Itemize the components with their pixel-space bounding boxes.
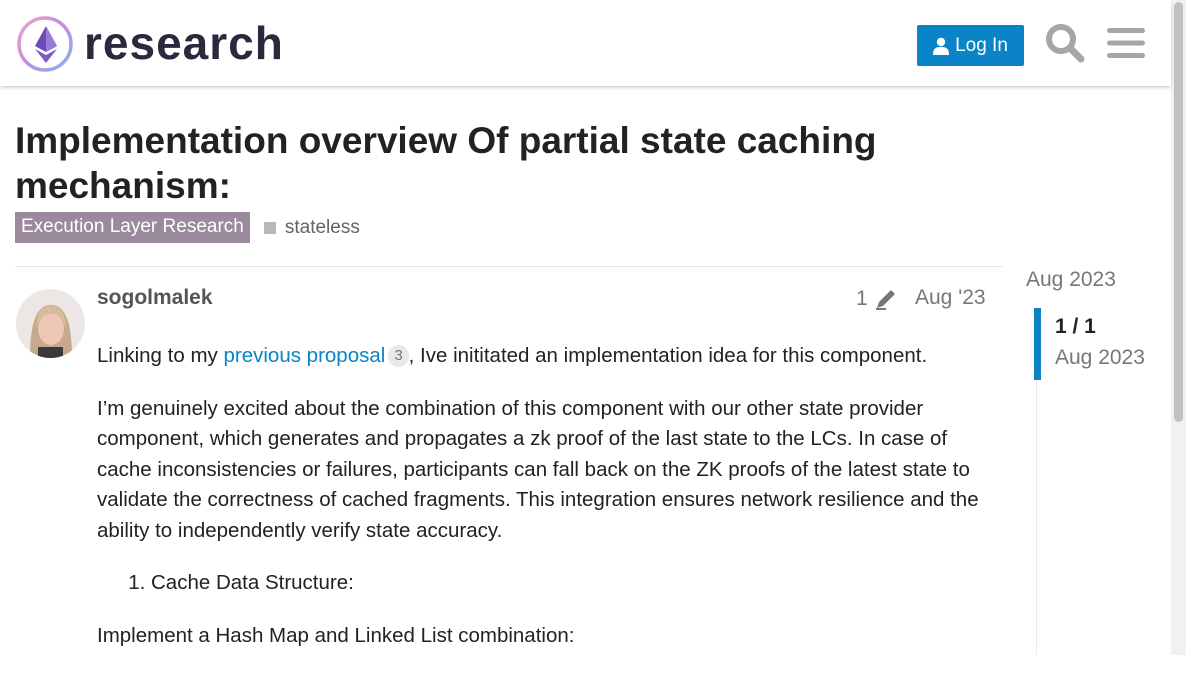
scrollbar-thumb[interactable] [1174, 2, 1183, 422]
tag-stateless[interactable]: stateless [263, 216, 360, 239]
site-logo[interactable] [16, 15, 74, 73]
topic-divider [15, 266, 1003, 267]
post-body: Linking to my previous proposal 3, Ive in… [97, 341, 992, 673]
tag-label: stateless [284, 216, 360, 238]
post-paragraph: I’m genuinely excited about the combinat… [97, 396, 979, 542]
post-ordered-list: Cache Data Structure: [97, 568, 992, 599]
user-icon [933, 37, 950, 55]
topic-title[interactable]: Implementation overview Of partial state… [15, 118, 975, 208]
previous-proposal-link[interactable]: previous proposal [223, 344, 385, 367]
post-edit-history[interactable]: 1 [856, 287, 898, 311]
list-item: Cache Data Structure: [151, 568, 992, 599]
link-click-count-badge: 3 [388, 345, 409, 367]
edit-count: 1 [856, 287, 868, 310]
search-button[interactable] [1044, 22, 1086, 64]
avatar[interactable] [16, 289, 85, 358]
timeline-current-date: Aug 2023 [1055, 346, 1145, 369]
login-button-label: Log In [955, 34, 1008, 56]
search-icon [1046, 24, 1085, 63]
hamburger-menu-icon [1107, 28, 1145, 58]
post-paragraph: Linking to my previous proposal 3, Ive in… [97, 341, 992, 372]
timeline-start-date[interactable]: Aug 2023 [1026, 268, 1116, 292]
tag-square-icon [263, 221, 276, 234]
topic-tags: Execution Layer Research stateless [15, 212, 360, 243]
post-date[interactable]: Aug '23 [915, 286, 986, 310]
page-scrollbar[interactable] [1171, 0, 1186, 655]
text-fragment: Linking to my [97, 344, 224, 367]
hamburger-menu-button[interactable] [1105, 22, 1147, 64]
category-badge[interactable]: Execution Layer Research [15, 212, 250, 243]
post-paragraph: Implement a Hash Map and Linked List com… [97, 623, 575, 647]
text-fragment: , Ive inititated an implementation idea … [408, 344, 928, 367]
site-header: research Log In [0, 0, 1171, 86]
ethereum-logo-icon [17, 16, 73, 72]
user-avatar-icon [16, 289, 85, 358]
timeline-scroller-handle[interactable] [1034, 308, 1041, 380]
login-button[interactable]: Log In [917, 25, 1024, 66]
site-brand[interactable]: research [84, 14, 284, 72]
pencil-icon [875, 290, 895, 310]
timeline-post-count: 1 / 1 [1055, 315, 1096, 338]
post-username[interactable]: sogolmalek [97, 286, 213, 310]
